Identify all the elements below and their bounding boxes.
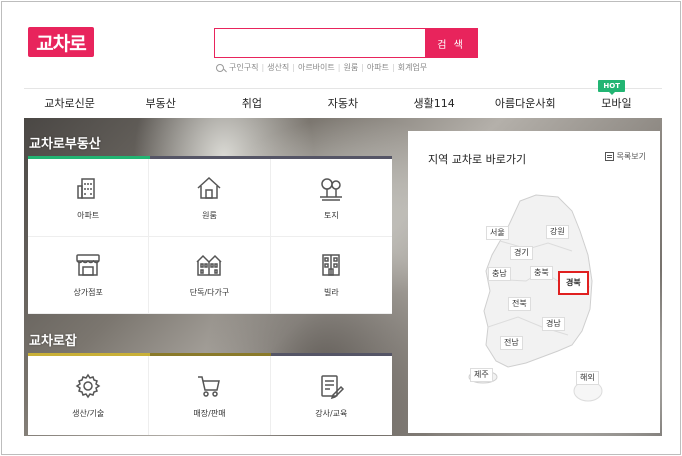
jobs-grid: 생산/기술 매장/판매 강사/교육: [28, 356, 392, 435]
nav-item-cars[interactable]: 자동차: [297, 89, 388, 118]
category-oneroom[interactable]: 원룸: [149, 159, 271, 237]
popular-keywords: 구인구직 | 생산직 | 아르바이트 | 원룸 | 아파트 | 회계업무: [216, 62, 427, 73]
search-bar: 검 색: [214, 28, 478, 58]
category-label: 단독/다가구: [189, 288, 230, 298]
store-icon: [76, 254, 100, 276]
keyword-separator: |: [292, 63, 295, 72]
category-label: 아파트: [77, 210, 100, 220]
keyword-separator: |: [337, 63, 341, 72]
search-button[interactable]: 검 색: [425, 29, 477, 57]
keyword-link[interactable]: 원룸: [343, 62, 358, 73]
townhouse-icon: [196, 255, 223, 276]
keyword-separator: |: [392, 63, 395, 72]
category-apartment[interactable]: 아파트: [28, 159, 150, 237]
villa-icon: [322, 254, 341, 276]
real-estate-panel: 아파트 원룸 토지 상가점포 단독/다가구 빌라: [28, 156, 392, 314]
region-gyeongbuk[interactable]: 경북: [558, 271, 589, 295]
category-label: 빌라: [323, 288, 339, 298]
category-label: 상가점포: [73, 288, 103, 298]
korea-map: [468, 194, 603, 402]
jobs-title[interactable]: 교차로잡: [29, 330, 77, 349]
category-label: 매장/판매: [193, 409, 226, 418]
gear-icon: [75, 373, 101, 399]
site-logo[interactable]: 교차로: [28, 27, 94, 57]
region-jeonbuk[interactable]: 전북: [508, 297, 531, 311]
real-estate-title[interactable]: 교차로부동산: [29, 133, 101, 152]
keyword-separator: |: [261, 63, 265, 72]
region-chungbuk[interactable]: 충북: [530, 266, 553, 280]
region-seoul[interactable]: 서울: [486, 226, 509, 240]
category-land[interactable]: 토지: [270, 159, 392, 237]
category-villa[interactable]: 빌라: [270, 237, 392, 314]
region-chungnam[interactable]: 충남: [488, 267, 511, 281]
nav-item-real-estate[interactable]: 부동산: [115, 89, 206, 118]
category-education[interactable]: 강사/교육: [271, 356, 392, 435]
keyword-link[interactable]: 구인구직: [229, 62, 258, 73]
region-gyeonggi[interactable]: 경기: [510, 246, 533, 260]
main-nav: 교차로신문 부동산 취업 자동차 생활114 아름다운사회 HOT 모바일: [24, 80, 662, 118]
nav-item-jobs[interactable]: 취업: [206, 89, 297, 118]
apartment-icon: [77, 178, 95, 199]
keyword-link[interactable]: 아파트: [367, 62, 389, 73]
logo-text: 교차로: [36, 32, 86, 55]
region-map-card: 지역 교차로 바로가기 목록보기 서울 강원 경기 충북 충남 경북 전북 경남…: [408, 131, 660, 433]
category-production[interactable]: 생산/기술: [28, 356, 150, 435]
nav-item-mobile-label: 모바일: [601, 97, 632, 110]
region-overseas[interactable]: 해외: [576, 371, 599, 385]
nav-item-living114[interactable]: 생활114: [389, 89, 480, 118]
category-label: 원룸: [202, 210, 217, 220]
nav-item-mobile[interactable]: HOT 모바일: [571, 80, 662, 118]
keyword-separator: |: [361, 63, 364, 72]
cart-icon: [198, 376, 221, 397]
hot-badge: HOT: [598, 80, 625, 95]
region-gyeongnam[interactable]: 경남: [542, 317, 565, 331]
document-edit-icon: [321, 375, 345, 400]
category-label: 토지: [323, 210, 339, 220]
category-sales[interactable]: 매장/판매: [149, 356, 271, 435]
category-label: 생산/기술: [72, 409, 105, 418]
search-input[interactable]: [215, 29, 425, 57]
region-jeju[interactable]: 제주: [470, 368, 493, 382]
page-frame: 교차로 검 색 구인구직 | 생산직 | 아르바이트 | 원룸 | 아파트 | …: [1, 1, 681, 455]
search-icon: [216, 63, 224, 72]
category-label: 강사/교육: [315, 409, 348, 418]
region-gangwon[interactable]: 강원: [546, 225, 569, 239]
nav-item-beautiful-society[interactable]: 아름다운사회: [480, 89, 571, 118]
keyword-link[interactable]: 생산직: [267, 62, 289, 73]
keyword-link[interactable]: 회계업무: [398, 62, 427, 73]
category-store[interactable]: 상가점포: [28, 236, 150, 314]
category-detached-house[interactable]: 단독/다가구: [149, 236, 271, 314]
nav-item-newspaper[interactable]: 교차로신문: [24, 89, 115, 118]
real-estate-grid: 아파트 원룸 토지 상가점포 단독/다가구 빌라: [28, 159, 392, 314]
land-icon: [320, 178, 343, 201]
jobs-panel: 생산/기술 매장/판매 강사/교육: [28, 353, 392, 435]
keyword-link[interactable]: 아르바이트: [298, 62, 335, 73]
region-jeonnam[interactable]: 전남: [500, 336, 523, 350]
house-icon: [197, 176, 221, 199]
